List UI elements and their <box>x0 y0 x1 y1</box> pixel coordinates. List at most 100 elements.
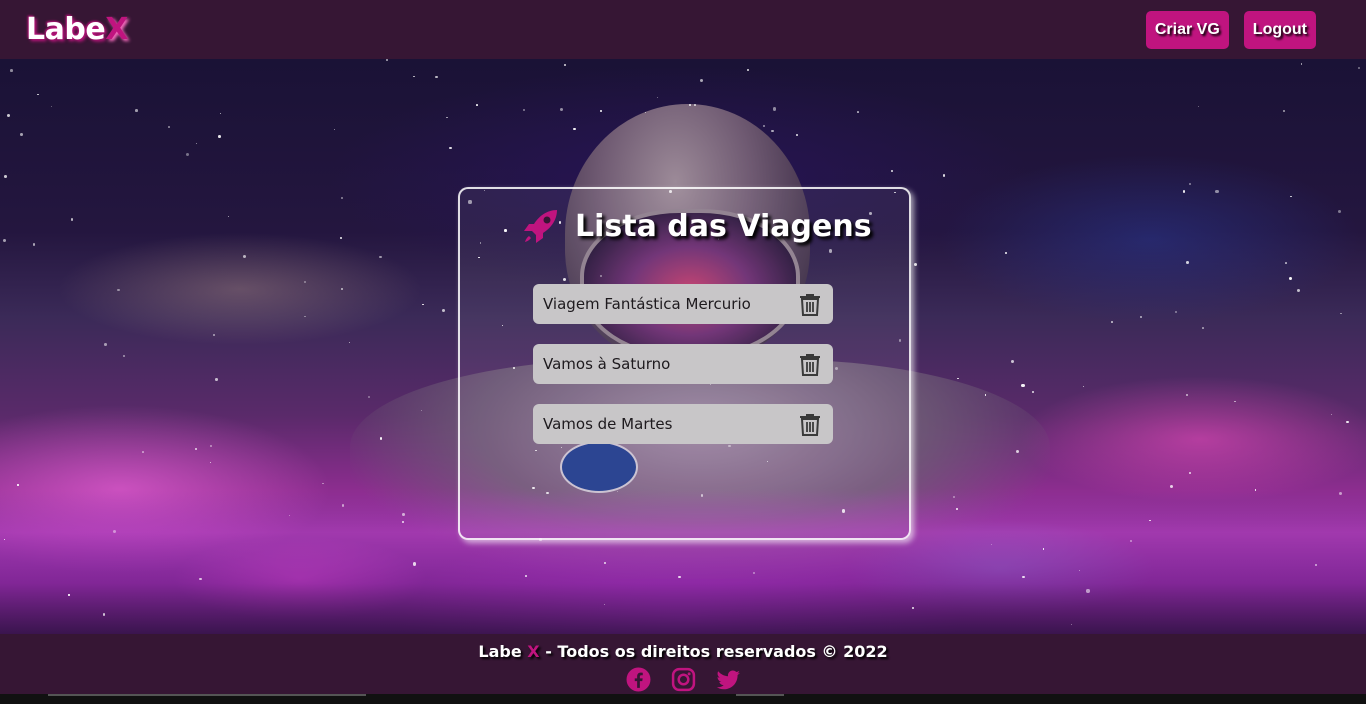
star <box>135 109 138 112</box>
card-title: Lista das Viagens <box>575 208 872 244</box>
trip-item[interactable]: Vamos de Martes <box>533 404 833 444</box>
star <box>1186 261 1189 264</box>
star <box>1186 393 1189 396</box>
trip-item[interactable]: Viagem Fantástica Mercurio <box>533 284 833 324</box>
star <box>1111 321 1113 324</box>
trash-icon[interactable] <box>799 412 821 436</box>
star <box>10 69 14 72</box>
star <box>762 124 765 128</box>
star <box>123 355 125 358</box>
star <box>957 377 959 380</box>
star <box>688 103 691 106</box>
star <box>422 304 424 306</box>
star <box>117 288 120 292</box>
footer-brand-x: X <box>527 642 540 661</box>
star <box>857 111 860 114</box>
star <box>1289 276 1293 281</box>
header: LabeX Criar VG Logout <box>0 0 1366 59</box>
star <box>522 108 526 112</box>
star <box>1021 383 1025 388</box>
star <box>321 482 324 485</box>
star <box>413 75 415 78</box>
star <box>209 444 213 448</box>
star <box>50 105 53 108</box>
trip-name: Vamos à Saturno <box>543 355 671 373</box>
star <box>890 169 894 173</box>
star <box>1282 109 1285 113</box>
star <box>1337 209 1342 214</box>
star <box>446 117 448 119</box>
star <box>1170 485 1174 489</box>
star <box>68 594 70 596</box>
star <box>1182 190 1186 193</box>
star <box>441 308 446 313</box>
trip-item[interactable]: Vamos à Saturno <box>533 344 833 384</box>
rocket-icon <box>521 206 561 246</box>
star <box>227 216 230 218</box>
star <box>796 134 798 136</box>
trash-icon[interactable] <box>799 352 821 376</box>
star <box>1082 385 1084 387</box>
create-trip-button[interactable]: Criar VG <box>1145 10 1229 49</box>
star <box>242 255 246 259</box>
star <box>340 288 344 291</box>
logout-button[interactable]: Logout <box>1243 10 1316 49</box>
star <box>102 613 105 616</box>
star <box>2 238 6 243</box>
star <box>1031 391 1034 394</box>
star <box>449 146 452 149</box>
star <box>1149 519 1151 521</box>
star <box>560 108 564 112</box>
star <box>142 450 145 453</box>
star <box>913 262 918 266</box>
star <box>953 495 956 498</box>
star <box>1022 575 1025 579</box>
star <box>984 394 986 396</box>
star <box>349 342 351 344</box>
star <box>1086 589 1090 593</box>
instagram-icon[interactable] <box>671 667 696 692</box>
trip-name: Viagem Fantástica Mercurio <box>543 295 751 313</box>
star <box>303 281 306 284</box>
star <box>333 128 335 130</box>
logo-text: Labe <box>26 12 106 47</box>
star <box>32 243 36 246</box>
star <box>942 173 946 177</box>
trip-list: Viagem Fantástica Mercurio Vamos à Satur… <box>533 284 833 464</box>
twitter-icon[interactable] <box>716 667 741 692</box>
footer-copyright: Labe X - Todos os direitos reservados © … <box>0 642 1366 661</box>
star <box>1129 539 1133 542</box>
social-links <box>0 667 1366 692</box>
star <box>1340 313 1342 315</box>
logo[interactable]: LabeX <box>26 12 128 47</box>
star <box>656 96 659 99</box>
bottom-strip <box>0 694 1366 704</box>
star <box>304 315 306 318</box>
star <box>1330 413 1332 415</box>
facebook-icon[interactable] <box>626 667 651 692</box>
star <box>1215 189 1219 193</box>
trash-icon[interactable] <box>799 292 821 316</box>
star <box>1297 289 1301 293</box>
star <box>699 79 704 83</box>
star <box>37 93 40 96</box>
star <box>219 113 221 115</box>
footer: Labe X - Todos os direitos reservados © … <box>0 634 1366 694</box>
star <box>214 378 218 382</box>
star <box>911 606 915 609</box>
star <box>476 104 478 107</box>
star <box>1202 327 1204 329</box>
star <box>195 142 197 145</box>
footer-brand: Labe <box>478 642 522 661</box>
star <box>573 127 576 130</box>
star <box>955 507 959 510</box>
star <box>70 218 73 221</box>
star <box>1358 67 1360 69</box>
star <box>1174 310 1178 313</box>
star <box>435 75 438 79</box>
star <box>199 577 202 581</box>
star <box>340 197 343 200</box>
star <box>194 447 198 450</box>
star <box>694 103 696 106</box>
star <box>1004 251 1007 254</box>
